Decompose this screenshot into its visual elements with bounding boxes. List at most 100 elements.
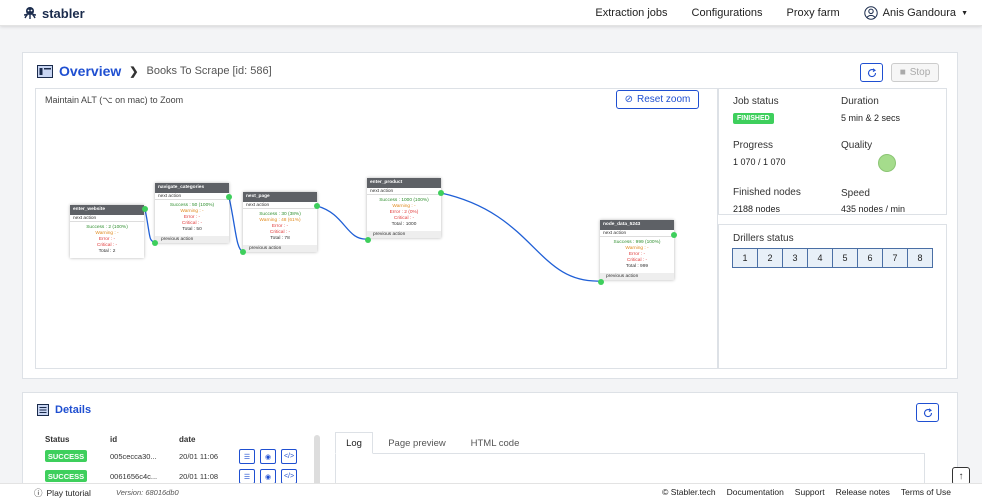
driller-cell[interactable]: 8 [907,248,933,268]
graph-node[interactable]: node_data_5243 next action Success : 999… [600,220,674,280]
arrow-up-icon: ↑ [958,470,964,482]
node-port[interactable] [240,249,246,255]
play-tutorial-link[interactable]: ⓘ Play tutorial [34,487,91,499]
brand-logo[interactable]: stabler [22,5,85,21]
brand-name: stabler [42,5,85,21]
node-total: Total : 2 [98,249,116,254]
node-title: enter_product [367,178,441,188]
node-port[interactable] [671,232,677,238]
details-refresh-button[interactable] [916,403,939,422]
node-port[interactable] [598,279,604,285]
node-next-action: next action [155,193,229,200]
status-badge: FINISHED [733,113,774,124]
details-tabs: Log Page preview HTML code [335,432,925,454]
node-next-action: next action [367,188,441,195]
row-id: 0061656c4c... [110,472,158,481]
workflow-graph[interactable]: Maintain ALT (⌥ on mac) to Zoom ⊘ Reset … [35,88,718,369]
driller-cell[interactable]: 5 [832,248,858,268]
code-icon: </> [283,473,295,480]
node-total: Total : 1000 [391,222,417,227]
refresh-button[interactable] [860,63,883,82]
user-menu[interactable]: Anis Gandoura ▼ [863,6,968,20]
node-port[interactable] [438,190,444,196]
list-icon [37,404,49,416]
tab-page-preview[interactable]: Page preview [377,432,457,454]
table-row[interactable]: SUCCESS 0061656c4c... 20/01 11:08 ☰ ◉ </… [45,469,305,484]
top-navbar: stabler Extraction jobs Configurations P… [0,0,982,26]
html-code-button[interactable]: </> [281,449,297,464]
list-icon: ☰ [243,473,251,481]
overview-header: Overview ❯ Books To Scrape [id: 586] [37,63,272,79]
details-title: Details [55,404,92,416]
preview-button[interactable]: ◉ [260,469,276,484]
stop-icon: ■ [899,67,906,78]
overview-card: Overview ❯ Books To Scrape [id: 586] ■ S… [22,52,958,379]
status-badge: SUCCESS [45,450,87,462]
tab-html-code[interactable]: HTML code [461,432,529,454]
node-total: Total : 78 [270,236,290,241]
finished-nodes-value: 2188 nodes [733,204,781,214]
user-name: Anis Gandoura [882,7,957,19]
progress-value: 1 070 / 1 070 [733,157,786,167]
footer-copyright[interactable]: © Stabler.tech [662,487,716,497]
driller-cell[interactable]: 7 [882,248,908,268]
driller-cell[interactable]: 2 [757,248,783,268]
preview-button[interactable]: ◉ [260,449,276,464]
view-log-button[interactable]: ☰ [239,449,255,464]
drillers-panel: Drillers status 1 2 3 4 5 6 7 8 [718,224,947,369]
node-title: next_page [243,192,317,202]
edge-next-page-enter-product [316,205,369,240]
nav-link-extraction-jobs[interactable]: Extraction jobs [595,7,667,19]
footer-link-release-notes[interactable]: Release notes [836,487,890,497]
node-port[interactable] [365,237,371,243]
graph-node[interactable]: enter_website next action Success : 2 (1… [70,205,144,258]
html-code-button[interactable]: </> [281,469,297,484]
graph-node[interactable]: enter_product next action Success : 1000… [367,178,441,238]
node-total: Total : 50 [182,227,202,232]
refresh-icon [867,67,876,77]
driller-cell[interactable]: 6 [857,248,883,268]
row-id: 005cecca30... [110,452,157,461]
node-previous-action: previous action [243,245,317,252]
graph-node[interactable]: next_page next action Success : 30 (38%)… [243,192,317,252]
graph-node[interactable]: navigate_categories next action Success … [155,183,229,243]
node-port[interactable] [314,203,320,209]
row-date: 20/01 11:08 [179,472,219,481]
view-log-button[interactable]: ☰ [239,469,255,484]
duration-label: Duration [841,96,879,107]
version-label: Version: 68016db0 [116,488,179,497]
job-status-label: Job status [733,96,779,107]
question-circle-icon: ⓘ [34,488,43,498]
driller-cell[interactable]: 1 [732,248,758,268]
details-header: Details [37,404,91,416]
node-title: enter_website [70,205,144,215]
node-port[interactable] [226,194,232,200]
tab-log[interactable]: Log [335,432,373,454]
eye-icon: ◉ [264,453,272,461]
node-next-action: next action [243,202,317,209]
footer: ⓘ Play tutorial Version: 68016db0 © Stab… [0,483,982,500]
stop-button[interactable]: ■ Stop [891,63,939,82]
status-badge: SUCCESS [45,470,87,482]
table-row[interactable]: SUCCESS 005cecca30... 20/01 11:06 ☰ ◉ </… [45,449,305,464]
driller-cell[interactable]: 3 [782,248,808,268]
node-previous-action: previous action [367,231,441,238]
footer-link-terms[interactable]: Terms of Use [901,487,951,497]
user-circle-icon [863,6,878,20]
footer-link-support[interactable]: Support [795,487,825,497]
node-next-action: next action [70,215,144,222]
node-next-action: next action [600,230,674,237]
quality-pie [878,154,896,172]
driller-cell[interactable]: 4 [807,248,833,268]
edge-enter-website-navigate [144,208,156,244]
node-port[interactable] [142,206,148,212]
node-port[interactable] [152,240,158,246]
duration-value: 5 min & 2 secs [841,113,901,123]
nav-link-proxy-farm[interactable]: Proxy farm [786,7,839,19]
refresh-icon [923,407,932,417]
footer-link-documentation[interactable]: Documentation [727,487,784,497]
nav-link-configurations[interactable]: Configurations [692,7,763,19]
node-previous-action: previous action [155,236,229,243]
nav-links: Extraction jobs Configurations Proxy far… [571,0,968,26]
column-header-id: id [110,435,118,444]
